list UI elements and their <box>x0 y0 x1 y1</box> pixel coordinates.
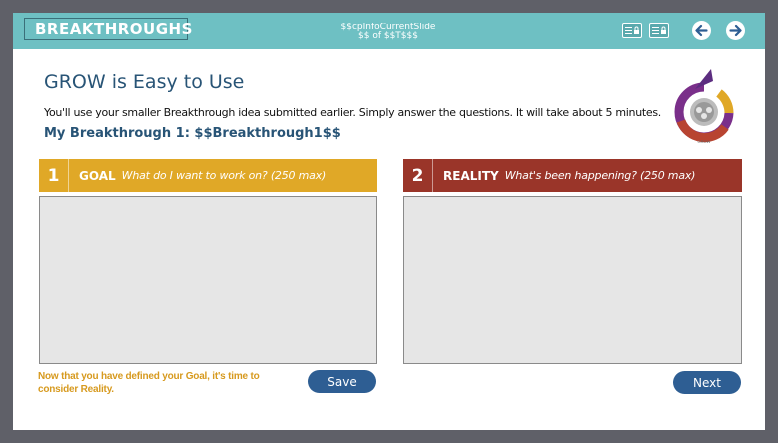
goal-title: GOAL <box>79 168 116 183</box>
slide-counter: $$cpInfoCurrentSlide $$ of $$T$$$ <box>340 23 436 41</box>
menu-lock-button-1[interactable] <box>622 23 642 38</box>
brand-name: BREAKTHROUGHS <box>35 20 193 38</box>
back-button[interactable] <box>692 21 711 40</box>
goal-number: 1 <box>39 159 69 192</box>
reality-number: 2 <box>403 159 433 192</box>
top-bar: BREAKTHROUGHS $$cpInfoCurrentSlide $$ of… <box>13 13 765 49</box>
breakthrough-label: My Breakthrough 1: $$Breakthrough1$$ <box>44 126 341 141</box>
arrow-right-icon <box>729 24 742 37</box>
goal-input[interactable] <box>39 196 377 364</box>
intro-text: You'll use your smaller Breakthrough ide… <box>44 106 661 119</box>
reality-header: 2 REALITY What's been happening? (250 ma… <box>403 159 742 192</box>
arrow-left-icon <box>695 24 708 37</box>
page-title: GROW is Easy to Use <box>44 71 245 93</box>
reality-input[interactable] <box>403 196 742 364</box>
grow-model-logo: GROW <box>674 69 734 144</box>
menu-lock-icon <box>625 26 639 34</box>
forward-button[interactable] <box>726 21 745 40</box>
save-button[interactable]: Save <box>308 370 376 393</box>
grow-logo-text: GROW <box>698 139 711 144</box>
menu-lock-icon <box>652 26 666 34</box>
hint-text: Now that you have defined your Goal, it'… <box>38 371 260 395</box>
goal-question: What do I want to work on? (250 max) <box>121 169 327 182</box>
reality-title: REALITY <box>443 168 499 183</box>
goal-header: 1 GOAL What do I want to work on? (250 m… <box>39 159 377 192</box>
slide-frame: BREAKTHROUGHS $$cpInfoCurrentSlide $$ of… <box>13 13 765 430</box>
next-button[interactable]: Next <box>673 371 741 394</box>
reality-question: What's been happening? (250 max) <box>504 169 696 182</box>
brand-logo: BREAKTHROUGHS <box>24 18 192 40</box>
menu-lock-button-2[interactable] <box>649 23 669 38</box>
